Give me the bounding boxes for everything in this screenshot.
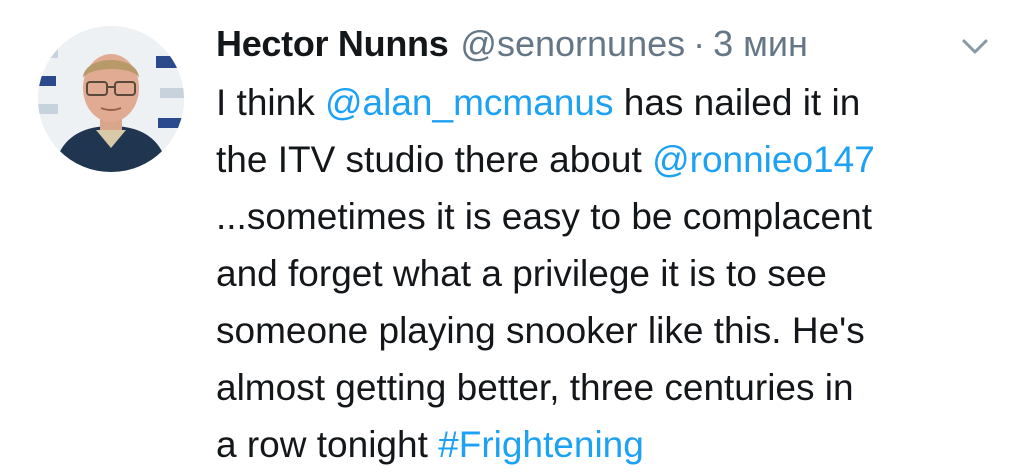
tweet-text-segment: and forget what a privilege it is to see bbox=[216, 253, 827, 294]
author-name[interactable]: Hector Nunns bbox=[216, 23, 449, 65]
tweet-text: I think @alan_mcmanus has nailed it in t… bbox=[216, 74, 1006, 473]
avatar[interactable] bbox=[38, 26, 184, 172]
hashtag-link[interactable]: #Frightening bbox=[438, 424, 644, 465]
tweet-line: someone playing snooker like this. He's bbox=[216, 302, 1006, 359]
tweet-text-segment: the ITV studio there about bbox=[216, 139, 653, 180]
chevron-down-icon[interactable] bbox=[958, 34, 992, 58]
author-handle[interactable]: @senornunes bbox=[460, 23, 685, 65]
tweet-line: and forget what a privilege it is to see bbox=[216, 245, 1006, 302]
mention-link[interactable]: @ronnieo147 bbox=[652, 139, 875, 180]
tweet-text-segment: a row tonight bbox=[216, 424, 439, 465]
tweet-line: I think @alan_mcmanus has nailed it in bbox=[216, 74, 1006, 131]
separator-dot: · bbox=[693, 23, 706, 64]
tweet-text-segment: I think bbox=[216, 82, 325, 123]
tweet-line: ...sometimes it is easy to be complacent bbox=[216, 188, 1006, 245]
tweet-text-segment: almost getting better, three centuries i… bbox=[216, 367, 854, 408]
timestamp[interactable]: 3 мин bbox=[713, 23, 808, 65]
tweet-line: the ITV studio there about @ronnieo147 bbox=[216, 131, 1006, 188]
tweet-header: Hector Nunns @senornunes · 3 мин bbox=[216, 18, 808, 70]
tweet-text-segment: someone playing snooker like this. He's bbox=[216, 310, 865, 351]
avatar-photo bbox=[38, 26, 184, 172]
tweet-text-segment: ...sometimes it is easy to be complacent bbox=[216, 196, 872, 237]
tweet-line: almost getting better, three centuries i… bbox=[216, 359, 1006, 416]
mention-link[interactable]: @alan_mcmanus bbox=[325, 82, 613, 123]
tweet-line: a row tonight #Frightening bbox=[216, 416, 1006, 473]
tweet-text-segment: has nailed it in bbox=[613, 82, 861, 123]
